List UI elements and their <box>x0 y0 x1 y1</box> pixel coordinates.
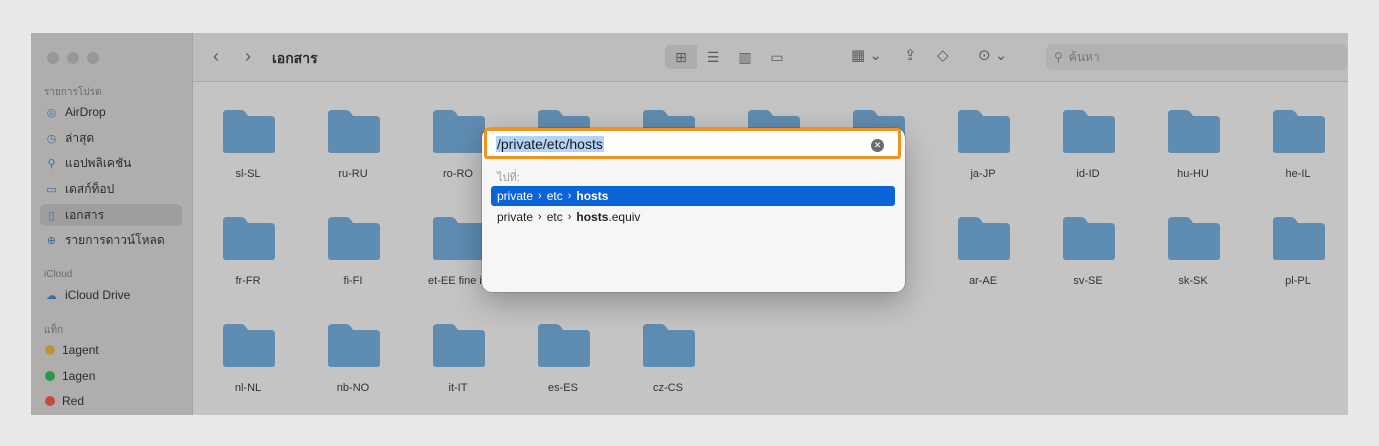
suggestion-item[interactable]: private › etc › hosts .equiv <box>491 207 895 227</box>
path-input[interactable]: /private/etc/hosts ✕ <box>484 128 901 159</box>
path-segment: etc <box>546 189 563 203</box>
path-input-value: /private/etc/hosts <box>496 135 604 152</box>
chevron-right-icon: › <box>567 211 572 223</box>
path-segment: private <box>497 210 534 224</box>
clear-input-icon[interactable]: ✕ <box>871 139 884 152</box>
path-segment: private <box>497 189 534 203</box>
suggestion-item[interactable]: private › etc › hosts <box>491 186 895 206</box>
goto-label: ไปที่: <box>497 172 520 184</box>
path-match: hosts <box>576 210 609 224</box>
chevron-right-icon: › <box>538 211 542 223</box>
path-segment: etc <box>546 210 563 224</box>
path-match: hosts <box>576 189 609 203</box>
go-to-folder-dialog: /private/etc/hosts ✕ ไปที่: private › et… <box>482 128 905 292</box>
chevron-right-icon: › <box>538 190 542 202</box>
chevron-right-icon: › <box>567 190 572 202</box>
path-suffix: .equiv <box>608 210 641 224</box>
